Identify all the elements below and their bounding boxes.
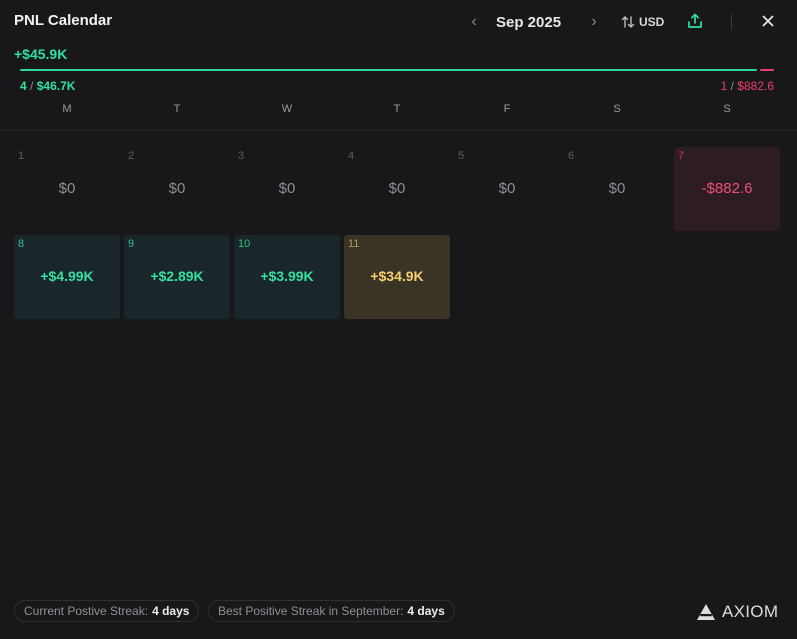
axiom-logo-icon <box>697 604 715 620</box>
day-pnl: +$3.99K <box>260 268 314 284</box>
day-cell[interactable]: 11 +$34.9K <box>344 235 450 319</box>
day-number: 5 <box>458 150 465 162</box>
day-number: 1 <box>18 150 25 162</box>
win-stat: 4 / $46.7K <box>20 79 75 93</box>
weekday-thu: T <box>393 103 401 115</box>
weekday-sat: S <box>613 103 621 115</box>
close-icon[interactable] <box>760 13 776 29</box>
weekday-mon: M <box>62 103 72 115</box>
loss-count: 1 <box>720 79 728 93</box>
logo-text: AXIOM <box>722 602 779 621</box>
day-pnl: $0 <box>58 180 76 197</box>
day-number: 4 <box>348 150 355 162</box>
win-amount: $46.7K <box>36 79 76 93</box>
day-number: 2 <box>128 150 135 162</box>
current-streak-label: Current Postive Streak: <box>24 604 149 618</box>
axiom-logo: AXIOM <box>696 602 778 622</box>
current-streak-value: 4 days <box>152 604 190 618</box>
day-number: 8 <box>18 238 25 250</box>
day-pnl: -$882.6 <box>701 180 753 197</box>
chevron-right-icon: › <box>591 13 597 30</box>
day-number: 3 <box>238 150 245 162</box>
win-separator: / <box>30 79 34 93</box>
day-pnl: +$4.99K <box>40 268 94 284</box>
day-pnl: $0 <box>608 180 626 197</box>
next-month-button[interactable]: › <box>586 10 602 34</box>
current-streak-badge: Current Postive Streak: 4 days <box>14 600 200 622</box>
loss-ratio-bar <box>760 69 774 71</box>
day-pnl: +$34.9K <box>370 268 424 284</box>
win-ratio-bar <box>20 69 757 71</box>
best-streak-value: 4 days <box>407 604 445 618</box>
day-number: 11 <box>348 238 360 250</box>
weekday-sun: S <box>723 103 731 115</box>
currency-toggle-button[interactable]: USD <box>621 10 664 34</box>
day-cell[interactable]: 2 $0 <box>124 147 230 231</box>
day-pnl: $0 <box>278 180 296 197</box>
currency-label: USD <box>639 15 665 29</box>
day-number: 6 <box>568 150 575 162</box>
weekday-fri: F <box>503 103 511 115</box>
loss-stat: 1 / $882.6 <box>721 79 774 93</box>
day-cell[interactable]: 1 $0 <box>14 147 120 231</box>
best-streak-badge: Best Positive Streak in September: 4 day… <box>208 600 455 622</box>
day-pnl: $0 <box>168 180 186 197</box>
chevron-left-icon: ‹ <box>471 13 477 30</box>
share-icon[interactable] <box>686 12 704 30</box>
day-cell[interactable]: 7 -$882.6 <box>674 147 780 231</box>
swap-icon <box>621 16 635 28</box>
loss-amount: $882.6 <box>737 79 774 93</box>
best-streak-label: Best Positive Streak in September: <box>218 604 404 618</box>
day-number: 9 <box>128 238 135 250</box>
day-cell[interactable]: 8 +$4.99K <box>14 235 120 319</box>
weekday-tue: T <box>173 103 181 115</box>
page-title: PNL Calendar <box>14 12 113 29</box>
prev-month-button[interactable]: ‹ <box>466 10 482 34</box>
loss-separator: / <box>730 79 734 93</box>
header-divider <box>731 14 732 30</box>
win-count: 4 <box>20 79 27 93</box>
day-number: 7 <box>678 150 685 162</box>
day-pnl: +$2.89K <box>150 268 204 284</box>
month-label: Sep 2025 <box>496 13 562 31</box>
day-pnl: $0 <box>388 180 406 197</box>
day-cell[interactable]: 3 $0 <box>234 147 340 231</box>
weekday-wed: W <box>281 103 293 115</box>
day-pnl: $0 <box>498 180 516 197</box>
day-cell[interactable]: 6 $0 <box>564 147 670 231</box>
total-pnl: +$45.9K <box>14 46 68 62</box>
day-cell[interactable]: 10 +$3.99K <box>234 235 340 319</box>
day-cell[interactable]: 5 $0 <box>454 147 560 231</box>
day-cell[interactable]: 9 +$2.89K <box>124 235 230 319</box>
day-number: 10 <box>238 238 251 250</box>
day-cell[interactable]: 4 $0 <box>344 147 450 231</box>
weekday-divider <box>0 130 797 131</box>
